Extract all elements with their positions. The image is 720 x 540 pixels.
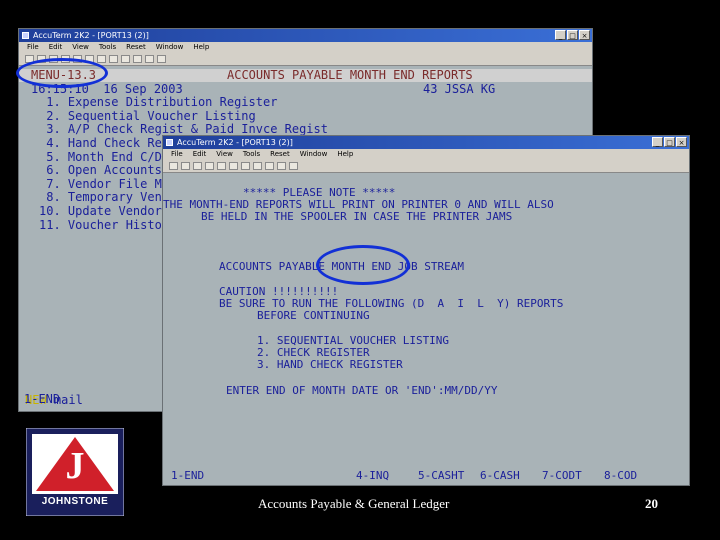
menu-tools[interactable]: Tools [99, 42, 116, 53]
window-title: AccuTerm 2K2 - [PORT13 (2)] [177, 138, 293, 147]
toolbar-icon[interactable] [253, 162, 262, 170]
toolbar-icon[interactable] [157, 55, 166, 63]
toolbar-icon[interactable] [241, 162, 250, 170]
menu-item[interactable]: 1. Expense Distribution Register [39, 96, 277, 110]
logo-text: JOHNSTONE [41, 496, 109, 507]
minimize-button[interactable]: _ [652, 137, 663, 147]
toolbar-icon[interactable] [121, 55, 130, 63]
menu-item[interactable]: 2. Sequential Voucher Listing [39, 109, 256, 124]
menu-help[interactable]: Help [193, 42, 209, 53]
menu-window[interactable]: Window [300, 149, 328, 160]
menu-window[interactable]: Window [156, 42, 184, 53]
menu-item[interactable]: 11. Voucher History [39, 218, 176, 233]
fkey-cod[interactable]: 8-COD [604, 469, 637, 483]
window-title: AccuTerm 2K2 - [PORT13 (2)] [33, 31, 149, 40]
note-line-2: BE HELD IN THE SPOOLER IN CASE THE PRINT… [201, 210, 513, 223]
fkey-casht[interactable]: 5-CASHT [418, 469, 464, 483]
toolbar-icon[interactable] [205, 162, 214, 170]
menu-edit[interactable]: Edit [193, 149, 207, 160]
maximize-button[interactable]: □ [567, 30, 578, 40]
fkey-end[interactable]: 1-END [171, 469, 204, 483]
toolbar [19, 53, 592, 66]
page-number: 20 [645, 496, 658, 511]
menu-reset[interactable]: Reset [270, 149, 290, 160]
user-id: 43 JSSA KG [423, 81, 496, 96]
menu-view[interactable]: View [72, 42, 89, 53]
terminal-window-front[interactable]: AccuTerm 2K2 - [PORT13 (2)] _ □ × File E… [162, 135, 690, 486]
app-icon [166, 139, 173, 146]
menu-tools[interactable]: Tools [243, 149, 260, 160]
fkey-inq[interactable]: 4-INQ [356, 469, 389, 483]
toolbar-icon[interactable] [181, 162, 190, 170]
report-item: 3. HAND CHECK REGISTER [257, 358, 403, 371]
menu-edit[interactable]: Edit [49, 42, 63, 53]
toolbar-icon[interactable] [169, 162, 178, 170]
toolbar-icon[interactable] [289, 162, 298, 170]
toolbar-icon[interactable] [109, 55, 118, 63]
menu-view[interactable]: View [216, 149, 233, 160]
toolbar-icon[interactable] [97, 55, 106, 63]
menu-reset[interactable]: Reset [126, 42, 146, 53]
toolbar-icon[interactable] [229, 162, 238, 170]
minimize-button[interactable]: _ [555, 30, 566, 40]
menu-bar: File Edit View Tools Reset Window Help [163, 149, 689, 160]
window-title-bar[interactable]: AccuTerm 2K2 - [PORT13 (2)] _ □ × [163, 136, 689, 149]
toolbar-icon[interactable] [145, 55, 154, 63]
menu-bar: File Edit View Tools Reset Window Help [19, 42, 592, 53]
month-end-highlight-circle [316, 245, 410, 285]
close-button[interactable]: × [579, 30, 590, 40]
menu-code-highlight-circle [16, 58, 108, 88]
menu-file[interactable]: File [171, 149, 183, 160]
slide-footer: Accounts Payable & General Ledger [258, 496, 450, 511]
menu-file[interactable]: File [27, 42, 39, 53]
window-title-bar[interactable]: AccuTerm 2K2 - [PORT13 (2)] _ □ × [19, 29, 592, 42]
toolbar-icon[interactable] [277, 162, 286, 170]
menu-help[interactable]: Help [337, 149, 353, 160]
app-icon [22, 32, 29, 39]
fkey-codt[interactable]: 7-CODT [542, 469, 582, 483]
screen-title: ACCOUNTS PAYABLE MONTH END REPORTS [227, 68, 473, 82]
fkey-cash[interactable]: 6-CASH [480, 469, 520, 483]
toolbar-icon[interactable] [193, 162, 202, 170]
toolbar-icon[interactable] [217, 162, 226, 170]
close-button[interactable]: × [676, 137, 687, 147]
logo-letter: J [65, 445, 85, 487]
toolbar-icon[interactable] [265, 162, 274, 170]
maximize-button[interactable]: □ [664, 137, 675, 147]
end-key[interactable]: 1-END [24, 392, 60, 407]
terminal-screen[interactable]: ***** PLEASE NOTE ***** THE MONTH-END RE… [163, 176, 691, 486]
before-continuing: BEFORE CONTINUING [257, 309, 370, 322]
johnstone-logo: J JOHNSTONE [25, 427, 125, 517]
date-prompt[interactable]: ENTER END OF MONTH DATE OR 'END':MM/DD/Y… [226, 384, 498, 398]
menu-item[interactable]: 10. Update Vendor H [39, 204, 176, 219]
toolbar [163, 160, 689, 173]
toolbar-icon[interactable] [133, 55, 142, 63]
